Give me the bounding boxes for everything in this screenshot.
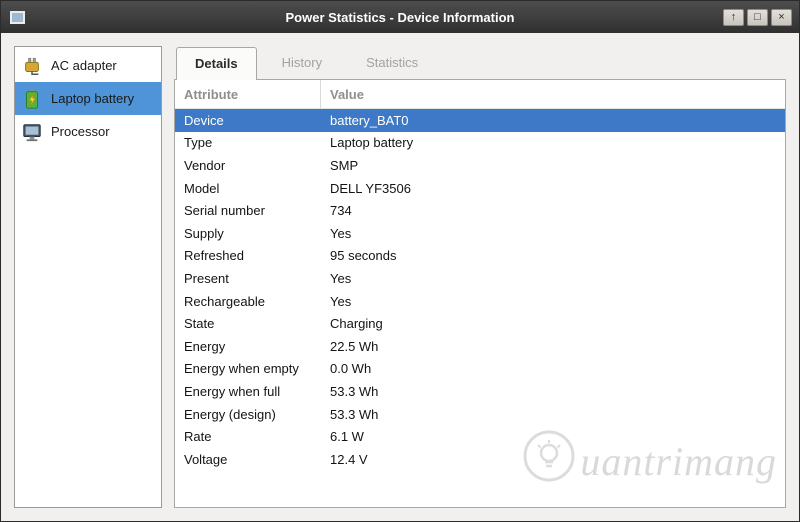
attribute-cell: Vendor <box>184 157 226 173</box>
table-row[interactable]: Refreshed 95 seconds <box>175 245 785 268</box>
value-cell: 53.3 Wh <box>330 406 379 422</box>
value-cell: Charging <box>330 316 383 332</box>
column-header-attribute[interactable]: Attribute <box>175 80 321 108</box>
attribute-cell: Serial number <box>184 203 265 219</box>
table-row[interactable]: Type Laptop battery <box>175 132 785 155</box>
battery-icon <box>20 87 44 111</box>
device-list: AC adapter Laptop battery Processor <box>14 46 162 508</box>
attribute-cell: Type <box>184 135 213 151</box>
shade-button[interactable]: ↑ <box>723 8 744 26</box>
close-button[interactable]: × <box>771 8 792 26</box>
table-row[interactable]: Energy (design) 53.3 Wh <box>175 403 785 426</box>
titlebar[interactable]: Power Statistics - Device Information ↑ … <box>1 1 799 33</box>
value-cell: 53.3 Wh <box>330 383 379 399</box>
power-statistics-window: Power Statistics - Device Information ↑ … <box>0 0 800 522</box>
attribute-cell: Energy (design) <box>184 406 276 422</box>
value-cell: Yes <box>330 270 352 286</box>
value-cell: Yes <box>330 225 352 241</box>
attribute-cell: Energy <box>184 338 226 354</box>
sidebar-item-ac-adapter[interactable]: AC adapter <box>15 49 161 82</box>
details-pane: Details History Statistics Attribute Value… <box>174 46 786 508</box>
table-row[interactable]: Serial number 734 <box>175 199 785 222</box>
attribute-cell: Rechargeable <box>184 293 265 309</box>
table-header: Attribute Value <box>175 80 785 109</box>
table-row[interactable]: Model DELL YF3506 <box>175 177 785 200</box>
table-row[interactable]: Energy 22.5 Wh <box>175 335 785 358</box>
table-row[interactable]: Supply Yes <box>175 222 785 245</box>
window-icon <box>10 10 25 24</box>
table-row[interactable]: Rechargeable Yes <box>175 290 785 313</box>
processor-icon <box>20 120 44 144</box>
attribute-cell: Energy when empty <box>184 361 299 377</box>
attribute-cell: State <box>184 316 215 332</box>
tab-bar: Details History Statistics <box>174 46 786 80</box>
value-cell: Yes <box>330 293 352 309</box>
attribute-table: Device battery_BAT0 Type Laptop battery … <box>175 109 785 471</box>
attribute-cell: Energy when full <box>184 383 281 399</box>
tab-details[interactable]: Details <box>176 47 257 80</box>
value-cell: Laptop battery <box>330 135 414 151</box>
value-cell: 12.4 V <box>330 451 368 467</box>
window-controls: ↑ □ × <box>723 8 792 26</box>
value-cell: DELL YF3506 <box>330 180 411 196</box>
value-cell: 22.5 Wh <box>330 338 379 354</box>
value-cell: SMP <box>330 157 359 173</box>
attribute-cell: Supply <box>184 225 224 241</box>
attribute-cell: Refreshed <box>184 248 244 264</box>
column-header-value[interactable]: Value <box>321 80 785 108</box>
table-row[interactable]: State Charging <box>175 312 785 335</box>
table-row[interactable]: Present Yes <box>175 267 785 290</box>
sidebar-item-label: Laptop battery <box>51 91 135 106</box>
tab-statistics: Statistics <box>366 55 419 70</box>
sidebar-item-label: Processor <box>51 124 110 139</box>
table-row[interactable]: Voltage 12.4 V <box>175 448 785 471</box>
table-row[interactable]: Vendor SMP <box>175 154 785 177</box>
value-cell: 6.1 W <box>330 429 364 445</box>
attribute-cell: Voltage <box>184 451 228 467</box>
details-panel: Attribute Value Device battery_BAT0 Type… <box>174 79 786 508</box>
table-row[interactable]: Device battery_BAT0 <box>175 109 785 132</box>
tab-history: History <box>281 55 323 70</box>
value-cell: battery_BAT0 <box>330 112 409 128</box>
attribute-cell: Device <box>184 112 224 128</box>
attribute-cell: Present <box>184 270 229 286</box>
sidebar-item-laptop-battery[interactable]: Laptop battery <box>15 82 161 115</box>
sidebar-item-processor[interactable]: Processor <box>15 115 161 148</box>
sidebar-item-label: AC adapter <box>51 58 117 73</box>
table-row[interactable]: Energy when empty 0.0 Wh <box>175 358 785 381</box>
value-cell: 734 <box>330 203 352 219</box>
maximize-button[interactable]: □ <box>747 8 768 26</box>
window-title: Power Statistics - Device Information <box>285 9 515 25</box>
attribute-cell: Model <box>184 180 220 196</box>
ac-adapter-icon <box>20 54 44 78</box>
attribute-cell: Rate <box>184 429 212 445</box>
main-area: AC adapter Laptop battery Processor Deta… <box>1 33 799 521</box>
value-cell: 95 seconds <box>330 248 397 264</box>
table-row[interactable]: Energy when full 53.3 Wh <box>175 380 785 403</box>
value-cell: 0.0 Wh <box>330 361 372 377</box>
table-row[interactable]: Rate 6.1 W <box>175 425 785 448</box>
